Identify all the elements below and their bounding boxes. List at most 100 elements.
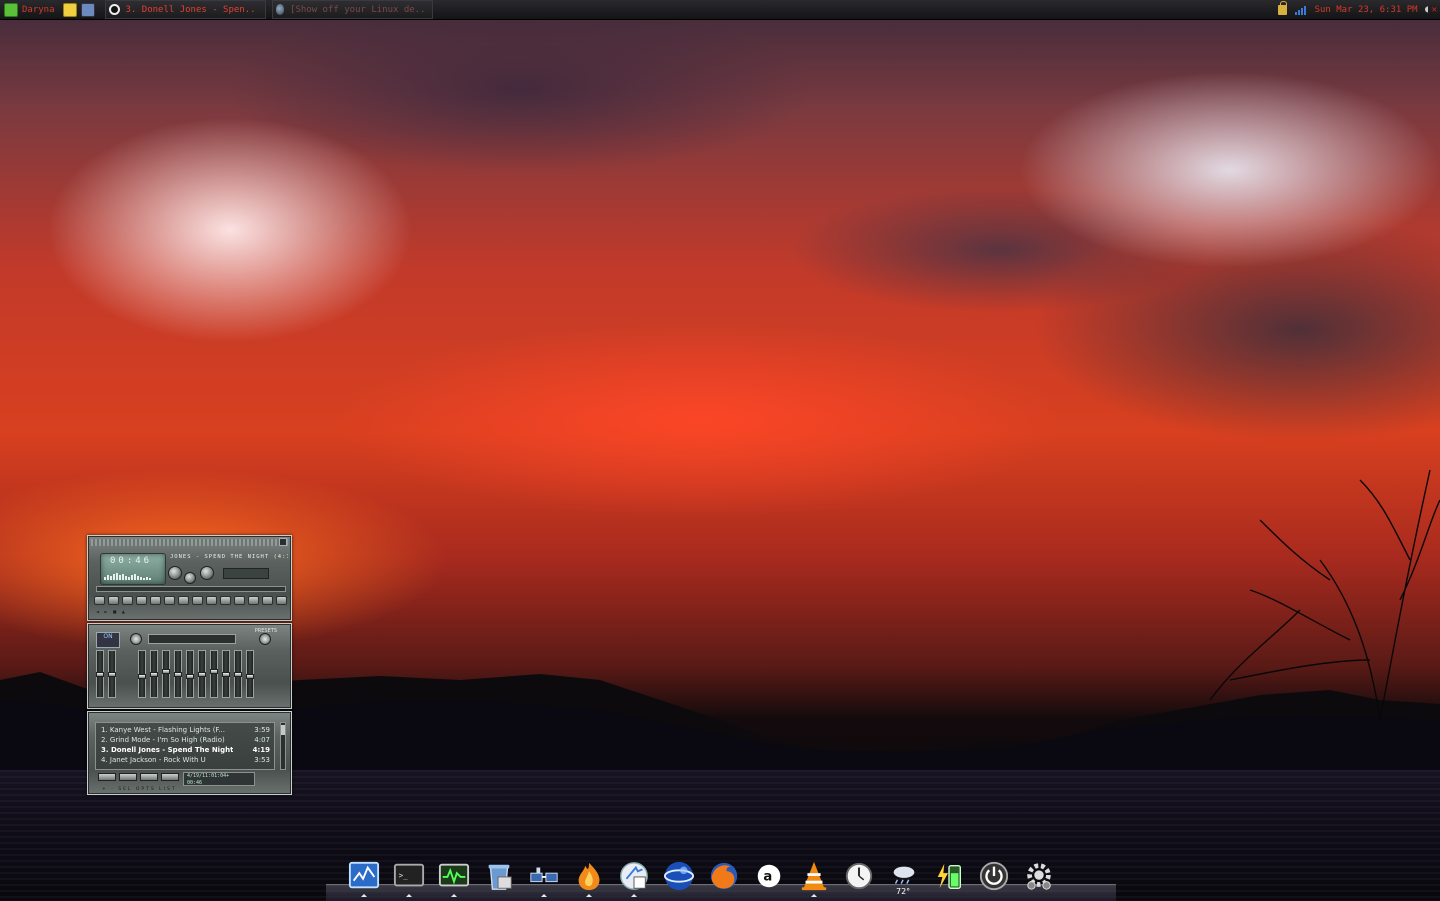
- pause-button[interactable]: [122, 596, 133, 605]
- volume-icon[interactable]: ◖: [1424, 4, 1430, 15]
- playlist-select-button[interactable]: [140, 773, 158, 781]
- playlist-button-labels: + - SEL OPTS LIST: [102, 787, 177, 792]
- eject-button[interactable]: [164, 596, 175, 605]
- playlist-item[interactable]: 4. Janet Jackson - Rock With U 3:53: [96, 755, 274, 765]
- globe-icon[interactable]: [663, 858, 695, 894]
- eq-band-slider[interactable]: [138, 650, 146, 698]
- notes-icon[interactable]: [62, 2, 77, 17]
- main-menu-button[interactable]: Daryna: [4, 1, 63, 18]
- power-icon[interactable]: [978, 858, 1010, 894]
- eq-band-slider[interactable]: [162, 650, 170, 698]
- playlist-item-current[interactable]: 3. Donell Jones - Spend The Night 4:19: [96, 745, 274, 755]
- playlist-item[interactable]: 2. Grind Mode - I'm So High (Radio) 4:07: [96, 735, 274, 745]
- media-player: 00:46 JONES - SPEND THE NIGHT (4:19) ◄ ►: [87, 535, 292, 795]
- svg-text:>_: >_: [399, 871, 409, 880]
- close-icon[interactable]: ✕: [1432, 5, 1437, 15]
- settings-gear-icon[interactable]: [1023, 858, 1055, 894]
- player-titlebar[interactable]: [91, 539, 288, 546]
- taskbar-item-label: 3. Donell Jones - Spen..: [125, 4, 256, 15]
- browser-icon: [275, 4, 285, 15]
- weather-icon[interactable]: 72°: [888, 858, 920, 896]
- eq-toggle-button[interactable]: [206, 596, 217, 605]
- preamp-slider[interactable]: [96, 650, 104, 698]
- equalizer-window[interactable]: ON PRESETS: [87, 623, 292, 709]
- show-desktop-icon[interactable]: [80, 2, 95, 17]
- menu-icon: [4, 2, 18, 17]
- terminal-icon[interactable]: >_: [393, 858, 425, 897]
- amazon-icon[interactable]: a: [753, 858, 785, 894]
- eq-band-slider[interactable]: [174, 650, 182, 698]
- song-title-marquee[interactable]: JONES - SPEND THE NIGHT (4:19): [170, 554, 288, 563]
- lock-icon[interactable]: [1277, 0, 1287, 15]
- time-display[interactable]: 00:46: [110, 556, 152, 566]
- playlist-remove-button[interactable]: [119, 773, 137, 781]
- volume-knob[interactable]: [168, 566, 182, 580]
- eq-band-slider[interactable]: [210, 650, 218, 698]
- network-icon[interactable]: [528, 858, 560, 897]
- seek-bar[interactable]: [96, 586, 286, 592]
- clock-icon[interactable]: [843, 858, 875, 894]
- misc-button[interactable]: [248, 596, 259, 605]
- playlist-scrollbar[interactable]: [280, 722, 286, 770]
- playlist-info-display: 4/19/11:01:04+ 00:46: [183, 772, 255, 786]
- eq-presets-label[interactable]: PRESETS: [255, 628, 277, 634]
- eq-band-slider[interactable]: [234, 650, 242, 698]
- playlist-misc-button[interactable]: [161, 773, 179, 781]
- repeat-button[interactable]: [192, 596, 203, 605]
- eq-auto-knob[interactable]: [130, 633, 142, 645]
- eq-on-button[interactable]: ON: [96, 632, 120, 648]
- top-panel: Daryna 3. Donell Jones - Spen.. [Show of…: [0, 0, 1440, 20]
- mode-button[interactable]: [262, 596, 273, 605]
- playlist: 1. Kanye West - Flashing Lights (F... 3:…: [95, 722, 275, 770]
- finder-icon[interactable]: [618, 858, 650, 897]
- playlist-toggle-button[interactable]: [220, 596, 231, 605]
- svg-text:a: a: [763, 870, 772, 885]
- eq-graph: [148, 634, 236, 644]
- taskbar-item-music[interactable]: 3. Donell Jones - Spen..: [104, 0, 266, 19]
- playlist-item[interactable]: 1. Kanye West - Flashing Lights (F... 3:…: [96, 725, 274, 735]
- eq-band-slider[interactable]: [222, 650, 230, 698]
- system-tray: Sun Mar 23, 6:31 PM ◖ ✕: [1277, 0, 1440, 18]
- shuffle-button[interactable]: [178, 596, 189, 605]
- eq-band-slider[interactable]: [198, 650, 206, 698]
- center-knob[interactable]: [184, 572, 196, 584]
- eq-band-slider[interactable]: [186, 650, 194, 698]
- taskbar-item-browser[interactable]: [Show off your Linux de..: [271, 0, 433, 19]
- taskbar-item-label: [Show off your Linux de..: [290, 4, 426, 15]
- controls-labels: ◄ ► ■ ▲: [96, 609, 127, 614]
- bitrate-display: [223, 568, 269, 579]
- playlist-window[interactable]: 1. Kanye West - Flashing Lights (F... 3:…: [87, 711, 292, 795]
- spectrum-analyzer: [104, 572, 154, 580]
- preamp: [96, 650, 116, 698]
- transport-controls: [94, 596, 287, 605]
- weather-temperature: 72°: [896, 887, 911, 896]
- dock: >_ a 72°: [348, 854, 1055, 897]
- eq-preset-knob[interactable]: [259, 633, 271, 645]
- stop-button[interactable]: [136, 596, 147, 605]
- next-button[interactable]: [150, 596, 161, 605]
- music-player-icon: [108, 4, 120, 15]
- playlist-add-button[interactable]: [98, 773, 116, 781]
- extra-button[interactable]: [276, 596, 287, 605]
- system-monitor-icon[interactable]: [348, 858, 380, 897]
- activity-monitor-icon[interactable]: [438, 858, 470, 897]
- trash-icon[interactable]: [483, 858, 515, 894]
- previous-button[interactable]: [94, 596, 105, 605]
- playlist-buttons: [98, 773, 179, 781]
- preamp-slider-2[interactable]: [108, 650, 116, 698]
- eq-band-slider[interactable]: [150, 650, 158, 698]
- balance-knob[interactable]: [200, 566, 214, 580]
- eq-band-slider[interactable]: [246, 650, 254, 698]
- player-main-window[interactable]: 00:46 JONES - SPEND THE NIGHT (4:19) ◄ ►: [87, 535, 292, 621]
- player-close-button[interactable]: [279, 538, 287, 546]
- play-button[interactable]: [108, 596, 119, 605]
- wifi-signal-icon[interactable]: [1294, 5, 1307, 15]
- battery-icon[interactable]: [933, 858, 965, 894]
- options-button[interactable]: [234, 596, 245, 605]
- firefox-flame-icon[interactable]: [573, 858, 605, 897]
- clock[interactable]: Sun Mar 23, 6:31 PM: [1315, 5, 1418, 15]
- eq-bands: [138, 650, 254, 698]
- firefox-icon[interactable]: [708, 858, 740, 894]
- user-label: Daryna: [22, 4, 55, 15]
- vlc-icon[interactable]: [798, 858, 830, 897]
